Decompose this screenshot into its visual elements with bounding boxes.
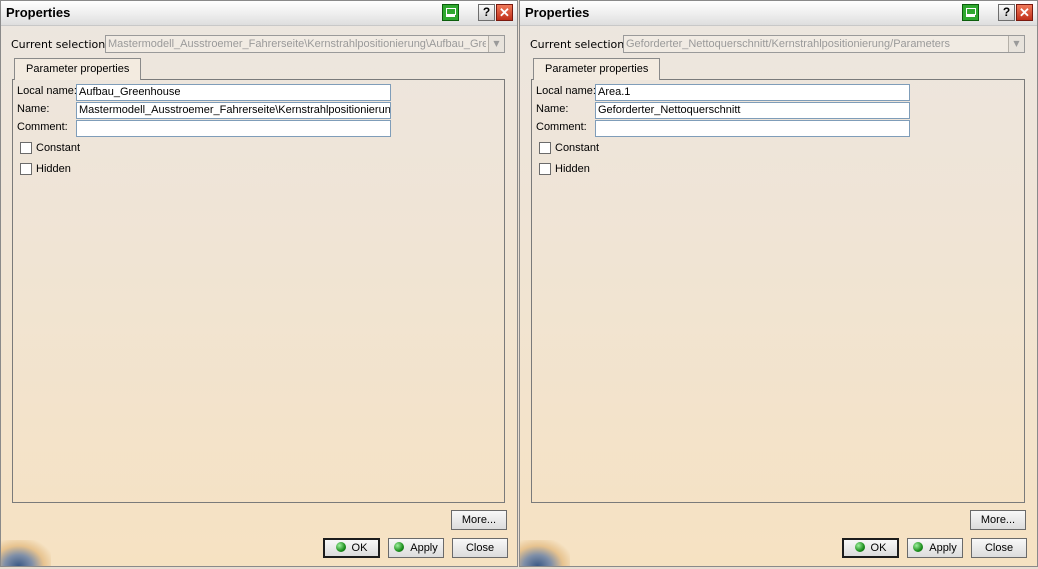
sun-corner-icon [1, 540, 51, 566]
green-ball-icon [854, 542, 865, 552]
green-ball-icon [913, 542, 924, 552]
ok-label: OK [351, 542, 368, 554]
chevron-down-icon[interactable]: ▼ [488, 36, 504, 52]
current-selection-value: Geforderter_Nettoquerschnitt/Kernstrahlp… [626, 38, 951, 50]
title-bar: Properties ? ✕ [1, 1, 517, 26]
ok-button[interactable]: OK [842, 538, 899, 558]
tab-panel: Local name: Aufbau_Greenhouse Name: Mast… [12, 79, 505, 503]
current-selection-label: Current selection : [530, 38, 632, 51]
close-icon[interactable]: ✕ [496, 4, 513, 21]
ok-button[interactable]: OK [323, 538, 380, 558]
constant-label: Constant [36, 142, 81, 154]
name-field[interactable]: Mastermodell_Ausstroemer_Fahrerseite\Ker… [76, 102, 391, 119]
apply-button[interactable]: Apply [907, 538, 963, 558]
name-label: Name: [536, 103, 569, 115]
help-icon[interactable]: ? [998, 4, 1015, 21]
current-selection-label: Current selection : [11, 38, 113, 51]
tab-panel: Local name: Area.1 Name: Geforderter_Net… [531, 79, 1025, 503]
comment-label: Comment: [17, 121, 68, 133]
dialog-title: Properties [6, 5, 71, 20]
help-icon[interactable]: ? [478, 4, 495, 21]
apply-label: Apply [929, 542, 957, 554]
apply-label: Apply [410, 542, 438, 554]
ok-label: OK [870, 542, 887, 554]
green-screen-icon[interactable] [962, 4, 979, 21]
sun-corner-icon [520, 540, 570, 566]
local-name-field[interactable]: Area.1 [595, 84, 910, 101]
tab-parameter-properties[interactable]: Parameter properties [533, 58, 661, 80]
dialog-title: Properties [525, 5, 590, 20]
local-name-field[interactable]: Aufbau_Greenhouse [76, 84, 391, 101]
more-button[interactable]: More... [451, 510, 507, 530]
close-button[interactable]: Close [971, 538, 1027, 558]
comment-field[interactable] [76, 120, 391, 137]
local-name-label: Local name: [536, 85, 596, 97]
green-ball-icon [394, 542, 405, 552]
properties-dialog-right: Properties ? ✕ Current selection : Gefor… [519, 0, 1038, 567]
apply-button[interactable]: Apply [388, 538, 444, 558]
more-button[interactable]: More... [970, 510, 1026, 530]
current-selection-combo[interactable]: Mastermodell_Ausstroemer_Fahrerseite\Ker… [105, 35, 505, 53]
current-selection-combo[interactable]: Geforderter_Nettoquerschnitt/Kernstrahlp… [623, 35, 1025, 53]
close-button[interactable]: Close [452, 538, 508, 558]
chevron-down-icon[interactable]: ▼ [1008, 36, 1024, 52]
current-selection-value: Mastermodell_Ausstroemer_Fahrerseite\Ker… [108, 38, 486, 50]
close-icon[interactable]: ✕ [1016, 4, 1033, 21]
comment-label: Comment: [536, 121, 587, 133]
constant-checkbox[interactable] [539, 142, 551, 154]
name-field[interactable]: Geforderter_Nettoquerschnitt [595, 102, 910, 119]
constant-label: Constant [555, 142, 600, 154]
constant-checkbox[interactable] [20, 142, 32, 154]
green-screen-icon[interactable] [442, 4, 459, 21]
hidden-checkbox[interactable] [20, 163, 32, 175]
hidden-checkbox[interactable] [539, 163, 551, 175]
hidden-label: Hidden [555, 163, 590, 175]
local-name-label: Local name: [17, 85, 77, 97]
green-ball-icon [335, 542, 346, 552]
tab-parameter-properties[interactable]: Parameter properties [14, 58, 142, 80]
hidden-label: Hidden [36, 163, 71, 175]
name-label: Name: [17, 103, 50, 115]
title-bar: Properties ? ✕ [520, 1, 1037, 26]
properties-dialog-left: Properties ? ✕ Current selection : Maste… [0, 0, 518, 567]
comment-field[interactable] [595, 120, 910, 137]
